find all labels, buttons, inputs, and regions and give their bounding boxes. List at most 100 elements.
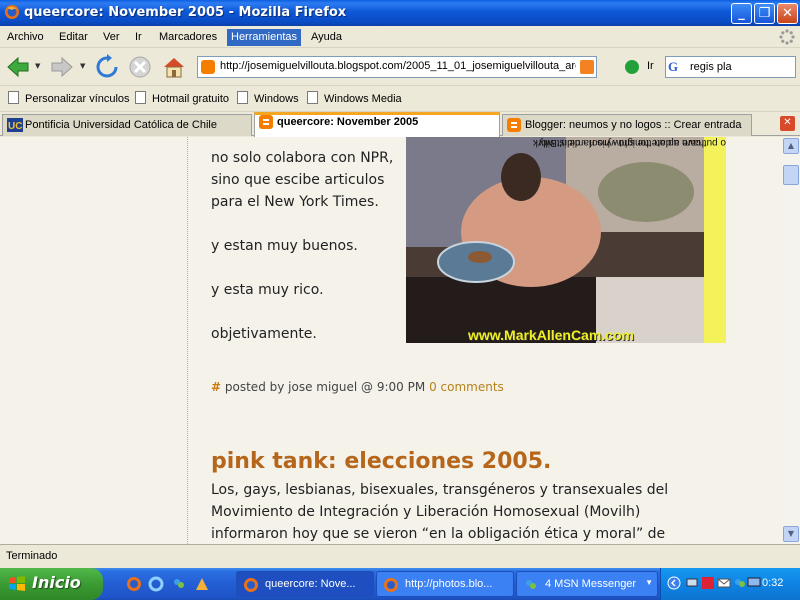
menu-ayuda[interactable]: Ayuda (307, 29, 346, 46)
tab-queercore[interactable]: queercore: November 2005 (254, 112, 500, 137)
menu-herramientas[interactable]: Herramientas (227, 29, 302, 46)
go-button[interactable]: Ir (623, 58, 659, 76)
forward-arrow-icon[interactable] (48, 53, 76, 81)
menu-ver[interactable]: Ver (99, 29, 124, 46)
taskbar-msn[interactable]: 4 MSN Messenger ▼ (516, 571, 658, 597)
bookmark-label: Windows Media (324, 93, 402, 105)
firefox-icon (384, 578, 398, 592)
home-icon[interactable] (160, 53, 188, 81)
window-titlebar[interactable]: queercore: November 2005 - Mozilla Firef… (0, 0, 800, 26)
url-input[interactable]: http://josemiguelvillouta.blogspot.com/2… (220, 60, 576, 74)
mail-icon[interactable] (717, 576, 731, 590)
menu-marcadores[interactable]: Marcadores (155, 29, 221, 46)
taskbar-queercore[interactable]: queercore: Nove... (236, 571, 374, 597)
firefox-icon (244, 578, 258, 592)
menu-archivo[interactable]: Archivo (3, 29, 48, 46)
rss-feed-icon[interactable] (580, 60, 594, 74)
post-line: objetivamente. (211, 326, 317, 342)
bookmarks-toolbar: Personalizar vínculos Hotmail gratuito W… (0, 86, 800, 112)
post-body: no solo colabora con NPR, sino que escib… (211, 147, 396, 345)
tab-label: Pontificia Universidad Católica de Chile (25, 119, 217, 131)
bookmark-windows[interactable]: Windows (237, 91, 299, 107)
msn-icon (526, 580, 536, 589)
close-window-button[interactable]: ✕ (777, 3, 798, 24)
tab-bar: UC Pontificia Universidad Católica de Ch… (0, 112, 800, 137)
back-arrow-icon[interactable] (4, 53, 32, 81)
blogger-icon (507, 118, 521, 132)
vertical-scrollbar[interactable]: ▲ ▼ (782, 137, 800, 544)
winamp-quicklaunch-icon[interactable] (194, 576, 210, 592)
google-search-icon[interactable]: G (668, 59, 686, 75)
tab-label: queercore: November 2005 (277, 116, 419, 128)
scroll-up-icon[interactable]: ▲ (783, 138, 799, 154)
ie-quicklaunch-icon[interactable] (148, 576, 164, 592)
post-line: no solo colabora con NPR, (211, 150, 394, 166)
msn-tray-icon[interactable] (733, 576, 747, 590)
menu-editar[interactable]: Editar (55, 29, 92, 46)
scroll-down-icon[interactable]: ▼ (783, 526, 799, 542)
photo-side-caption: o put cam up on the snowyroof - didn't w… (533, 137, 726, 343)
tab-label: Blogger: neumos y no logos :: Crear entr… (525, 119, 742, 131)
page-icon (237, 91, 248, 104)
stop-icon[interactable] (126, 53, 154, 81)
taskbar-label: http://photos.blo... (405, 578, 493, 590)
permalink-hash[interactable]: # (211, 380, 221, 394)
menu-ir[interactable]: Ir (131, 29, 146, 46)
bookmark-label: Windows (254, 93, 299, 105)
comments-link[interactable]: 0 comments (429, 380, 504, 394)
post-line: y estan muy buenos. (211, 238, 358, 254)
tab-uc[interactable]: UC Pontificia Universidad Católica de Ch… (2, 114, 252, 136)
post-photo[interactable]: o put cam up on the snowyroof - didn't w… (406, 137, 726, 343)
bookmark-windows-media[interactable]: Windows Media (307, 91, 402, 107)
blogger-favicon-icon (201, 60, 215, 74)
photo-caption-line-2: have a date tonight - his name is Billy (538, 137, 704, 148)
start-label: Inicio (32, 573, 81, 592)
messenger-quicklaunch-icon[interactable] (171, 576, 187, 592)
bookmark-personalizar[interactable]: Personalizar vínculos (8, 91, 130, 107)
network-icon[interactable] (685, 576, 699, 590)
back-dropdown-icon[interactable]: ▼ (35, 62, 43, 70)
scroll-thumb[interactable] (783, 165, 799, 185)
throbber-icon (779, 29, 795, 45)
svg-text:UC: UC (8, 121, 22, 132)
bookmark-hotmail[interactable]: Hotmail gratuito (135, 91, 229, 107)
tray-expand-icon[interactable] (667, 576, 681, 590)
blogger-icon (259, 115, 273, 129)
post-line: y esta muy rico. (211, 282, 324, 298)
firefox-quicklaunch-icon[interactable] (126, 576, 142, 592)
start-button[interactable]: Inicio (0, 568, 103, 600)
display-icon[interactable] (747, 576, 761, 590)
close-tab-icon[interactable]: ✕ (780, 116, 795, 131)
posted-by: posted by jose miguel @ 9:00 PM (224, 380, 426, 394)
messenger-tray-icon[interactable] (701, 576, 715, 590)
clock: 0:32 (762, 577, 784, 589)
page-icon (135, 91, 146, 104)
page-icon (307, 91, 318, 104)
photo-scene (406, 137, 704, 343)
taskbar-photos[interactable]: http://photos.blo... (376, 571, 514, 597)
forward-dropdown-icon[interactable]: ▼ (80, 62, 88, 70)
search-box[interactable]: G regis pla (665, 56, 796, 78)
reload-icon[interactable] (93, 53, 121, 81)
windows-flag-icon (9, 576, 25, 591)
maximize-button[interactable]: ❐ (754, 3, 775, 24)
group-dropdown-icon: ▼ (645, 578, 653, 587)
window-title: queercore: November 2005 - Mozilla Firef… (24, 5, 347, 20)
status-text: Terminado (6, 550, 58, 562)
firefox-icon (5, 5, 19, 19)
bookmark-label: Hotmail gratuito (152, 93, 230, 105)
taskbar: Inicio queercore: Nove... http://photos.… (0, 568, 800, 600)
search-input[interactable]: regis pla (690, 61, 732, 73)
tab-blogger[interactable]: Blogger: neumos y no logos :: Crear entr… (502, 114, 752, 136)
post-footer: # posted by jose miguel @ 9:00 PM 0 comm… (211, 380, 504, 394)
left-column (0, 137, 188, 544)
post-title[interactable]: pink tank: elecciones 2005. (211, 449, 551, 474)
page-content[interactable]: no solo colabora con NPR, sino que escib… (0, 137, 782, 544)
url-bar[interactable]: http://josemiguelvillouta.blogspot.com/2… (197, 56, 597, 78)
menu-bar: Archivo Editar Ver Ir Marcadores Herrami… (0, 26, 800, 48)
minimize-button[interactable]: _ (731, 3, 752, 24)
post-line: sino que escibe articulos (211, 172, 385, 188)
